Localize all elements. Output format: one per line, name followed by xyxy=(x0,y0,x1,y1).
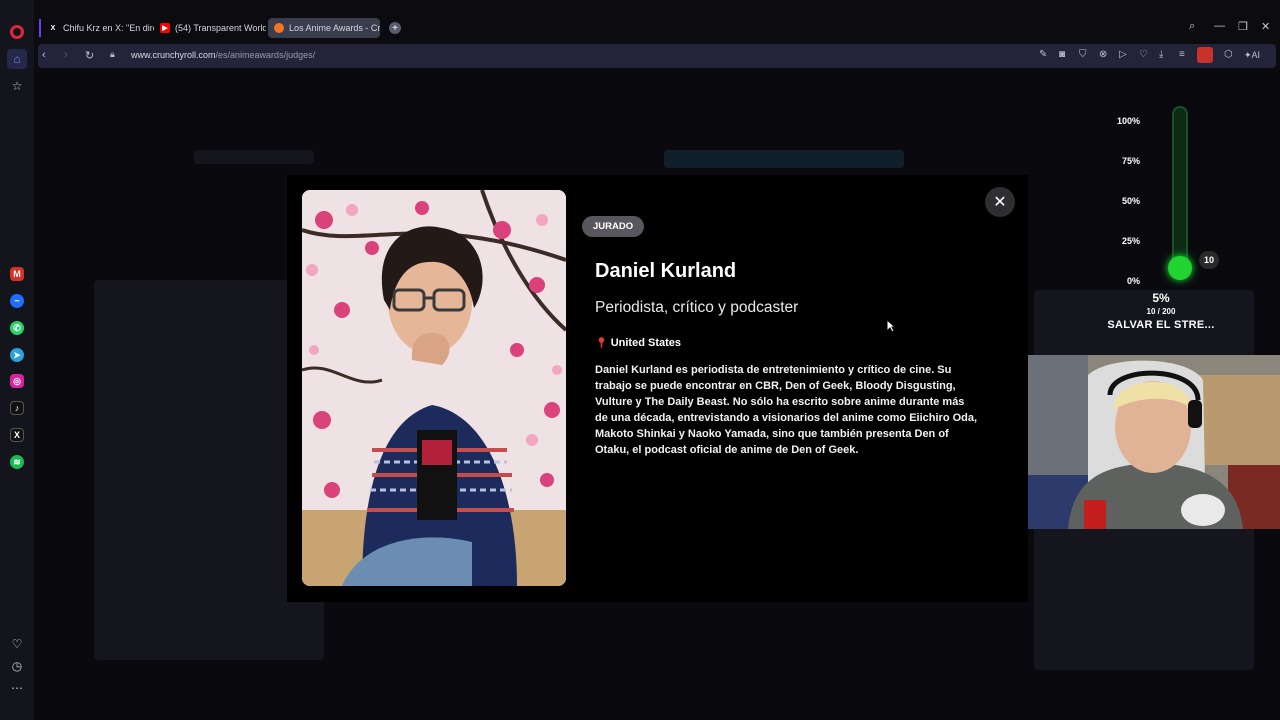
search-tabs-icon[interactable]: ⌕ xyxy=(1189,20,1195,33)
webcam-image xyxy=(1028,355,1280,529)
gauge-scale-label: 50% xyxy=(1121,196,1140,206)
lock-icon[interactable]: 🔒︎ xyxy=(110,49,115,60)
tab-bar: X Chifu Krz en X: "En directo ▶ (54) Tra… xyxy=(34,14,1280,42)
telegram-icon[interactable]: ➤ xyxy=(7,345,27,365)
judge-bio: Daniel Kurland es periodista de entreten… xyxy=(595,364,978,456)
camera-icon[interactable]: ◙ xyxy=(1059,49,1065,60)
spotify-icon[interactable]: ≋ xyxy=(7,452,27,472)
judge-location: 📍︎ United States xyxy=(595,337,681,349)
crunchyroll-icon xyxy=(274,23,284,33)
screen: ⌂ ☆ M ~ ✆ ➤ ◎ ♪ X ≋ ♡ ◷ ⋯ X Chifu Krz en… xyxy=(0,0,1280,720)
favorite-icon[interactable]: ♡ xyxy=(1139,49,1148,60)
vpn-icon[interactable]: ⊗ xyxy=(1099,49,1107,60)
minimize-icon[interactable]: — xyxy=(1214,20,1225,32)
gauge-scale-label: 100% xyxy=(1116,116,1140,126)
restore-icon[interactable]: ❐ xyxy=(1238,20,1248,33)
new-tab-button[interactable]: + xyxy=(386,18,404,38)
home-icon[interactable]: ⌂ xyxy=(7,49,27,69)
download-icon[interactable]: ⤓ xyxy=(1159,49,1163,60)
tiktok-icon[interactable]: ♪ xyxy=(7,398,27,418)
gauge-track xyxy=(1172,106,1188,268)
more-icon[interactable]: ⋯ xyxy=(7,678,27,698)
opera-logo-icon[interactable] xyxy=(7,22,27,42)
browser-sidebar: ⌂ ☆ M ~ ✆ ➤ ◎ ♪ X ≋ ♡ ◷ ⋯ xyxy=(0,0,34,720)
back-icon[interactable]: ‹ xyxy=(42,49,46,61)
gauge-scale-label: 75% xyxy=(1121,156,1140,166)
gauge-count: 10 xyxy=(1199,251,1219,269)
location-text: United States xyxy=(610,337,681,349)
mouse-cursor-icon xyxy=(886,319,896,333)
gauge-progress: 10 / 200 xyxy=(1146,307,1176,316)
url-host: www.crunchyroll.com xyxy=(131,50,216,60)
messenger-icon[interactable]: ~ xyxy=(7,291,27,311)
ai-label: AI xyxy=(1251,50,1261,60)
tab-label: Chifu Krz en X: "En directo xyxy=(63,23,154,33)
history-icon[interactable]: ◷ xyxy=(7,656,27,676)
whatsapp-icon[interactable]: ✆ xyxy=(7,318,27,338)
heart-icon[interactable]: ♡ xyxy=(7,634,27,654)
judge-role: Periodista, crítico y podcaster xyxy=(595,299,799,316)
webcam-overlay xyxy=(1028,355,1280,529)
judge-portrait-image xyxy=(302,190,566,586)
x-icon: X xyxy=(50,24,56,32)
gauge-percent: 5% xyxy=(1152,291,1170,305)
tab-crunchyroll[interactable]: Los Anime Awards - Crunc xyxy=(268,18,380,38)
tab-youtube[interactable]: ▶ (54) Transparent World – A xyxy=(154,18,266,38)
judge-name: Daniel Kurland xyxy=(595,260,737,282)
judge-photo xyxy=(302,190,566,586)
gauge-goal-label: SALVAR EL STRE... xyxy=(1107,319,1215,331)
instagram-icon[interactable]: ◎ xyxy=(7,371,27,391)
close-window-icon[interactable]: ✕ xyxy=(1261,20,1270,33)
plus-icon: + xyxy=(389,22,401,34)
judge-modal: JURADO ✕ Daniel Kurland Periodista, crít… xyxy=(287,175,1028,602)
backdrop-text xyxy=(194,150,314,164)
play-icon[interactable]: ▷ xyxy=(1119,49,1127,60)
x-icon[interactable]: X xyxy=(7,425,27,445)
gauge-fill xyxy=(1168,256,1192,280)
location-pin-icon: 📍︎ xyxy=(595,337,608,349)
shield-icon[interactable]: ⛉ xyxy=(1079,49,1087,60)
profile-avatar[interactable] xyxy=(1197,47,1213,63)
ai-button[interactable]: ✦AI xyxy=(1244,50,1260,61)
tab-island-marker xyxy=(39,19,41,37)
edit-icon[interactable]: ✎ xyxy=(1039,49,1047,60)
close-icon: ✕ xyxy=(993,194,1007,211)
tab-label: (54) Transparent World – A xyxy=(175,23,266,33)
tab-x[interactable]: X Chifu Krz en X: "En directo xyxy=(42,18,154,38)
url-path: /es/animeawards/judges/ xyxy=(215,50,316,60)
close-modal-button[interactable]: ✕ xyxy=(985,187,1015,217)
gauge-scale-label: 0% xyxy=(1126,276,1140,286)
tab-label: Los Anime Awards - Crunc xyxy=(289,23,380,33)
star-icon[interactable]: ☆ xyxy=(7,76,27,96)
youtube-icon: ▶ xyxy=(160,23,170,33)
judge-badge: JURADO xyxy=(582,216,645,237)
url-field[interactable]: www.crunchyroll.com/es/animeawards/judge… xyxy=(131,50,315,60)
gauge-scale-label: 25% xyxy=(1121,236,1140,246)
gmail-icon[interactable]: M xyxy=(7,264,27,284)
reload-icon[interactable]: ↻ xyxy=(85,49,94,62)
forward-icon[interactable]: › xyxy=(64,49,68,61)
extensions-icon[interactable]: ⬡ xyxy=(1224,49,1233,60)
backdrop-text xyxy=(664,150,904,168)
menu-icon[interactable]: ≡ xyxy=(1179,49,1185,60)
address-bar: ‹ › ↻ 🔒︎ www.crunchyroll.com/es/animeawa… xyxy=(38,44,1276,68)
